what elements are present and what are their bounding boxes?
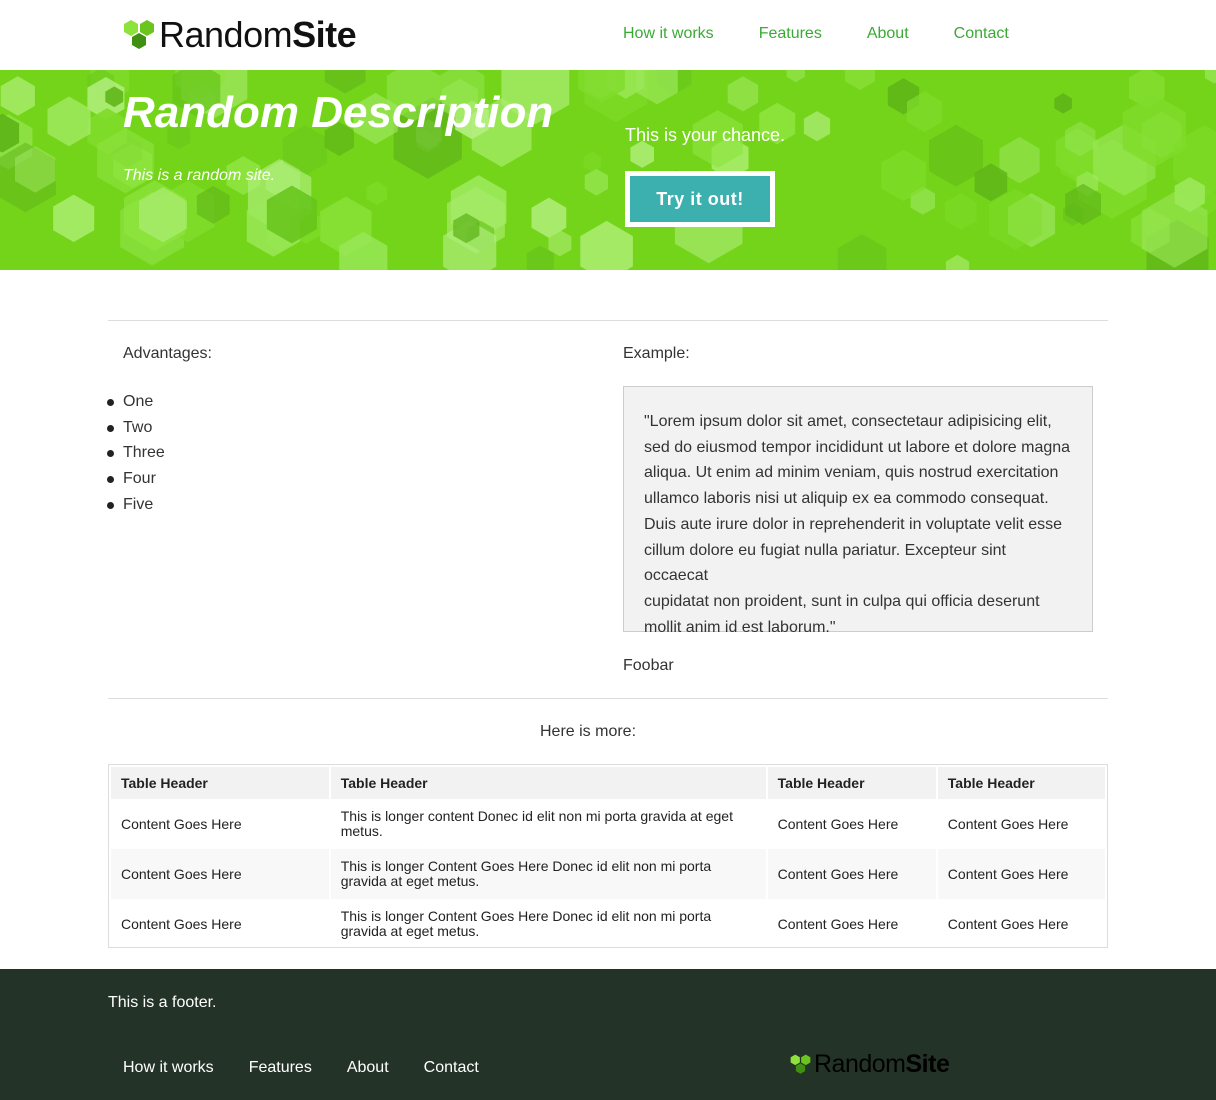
hexagon-decoration <box>1205 70 1216 84</box>
logo-hexagons-icon <box>124 20 154 49</box>
table-header-cell: Table Header <box>330 767 766 799</box>
logo-hexagons-icon <box>790 1054 811 1074</box>
table-cell: This is longer Content Goes Here Donec i… <box>340 908 712 939</box>
table-row: Content Goes Here This is longer Content… <box>111 849 1105 899</box>
quote-line: "Lorem ipsum dolor sit amet, consectetau… <box>644 413 1052 430</box>
hexagon-decoration <box>0 76 35 116</box>
hexagon-decoration <box>803 111 831 142</box>
quote-line: cillum dolore eu fugiat nulla pariatur. … <box>644 541 1006 585</box>
advantages-list: One Two Three Four Five <box>107 389 165 518</box>
quote-line: Duis aute irure dolor in reprehenderit i… <box>644 515 1063 533</box>
table-header-cell: Table Header <box>767 767 936 799</box>
example-heading: Example: <box>623 345 690 362</box>
hexagon-decoration <box>727 76 759 112</box>
example-footnote: Foobar <box>623 657 674 674</box>
list-item: Five <box>107 492 165 518</box>
site-footer: This is a footer. How it works Features … <box>0 969 1216 1100</box>
hexagon-decoration <box>844 70 875 90</box>
quote-line: ullamco laboris nisi ut aliquip ex ea co… <box>644 490 1049 508</box>
table-header-cell: Table Header <box>937 767 1105 799</box>
table-cell: Content Goes Here <box>947 815 1069 832</box>
table-cell: Content Goes Here <box>111 849 329 899</box>
content-table: Table Header Table Header Table Header T… <box>108 764 1108 948</box>
list-item: Three <box>107 440 165 466</box>
table-cell: This is longer content Donec id elit non… <box>340 808 733 839</box>
table-header-cell: Table Header <box>111 767 329 799</box>
footer-logo[interactable]: RandomSite <box>790 1050 950 1078</box>
more-heading: Here is more: <box>540 723 637 740</box>
hero-title: Random Description <box>123 88 554 137</box>
table-cell: Content Goes Here <box>947 915 1069 932</box>
quote-line: aliqua. Ut enim ad minim veniam, quis no… <box>644 464 1059 482</box>
footer-text: This is a footer. <box>108 994 217 1011</box>
hexagon-decoration <box>945 254 970 270</box>
nav-about[interactable]: About <box>867 24 909 44</box>
divider-top <box>108 320 1108 321</box>
hexagon-decoration <box>945 193 977 230</box>
logo-wordmark: RandomSite <box>159 14 357 55</box>
hexagon-decoration <box>1054 93 1072 114</box>
try-it-out-button[interactable]: Try it out! <box>625 171 775 227</box>
hero-banner: Random Description This is a random site… <box>0 70 1216 270</box>
quote-line: sed do eiusmod tempor incididunt ut labo… <box>644 438 1071 456</box>
hexagon-decoration <box>786 70 805 83</box>
hexagon-decoration <box>584 168 608 196</box>
table-cell: Content Goes Here <box>777 815 899 832</box>
hero-subtitle: This is a random site. <box>123 167 276 184</box>
logo-wordmark: RandomSite <box>814 1050 950 1078</box>
table-cell: Content Goes Here <box>121 915 242 932</box>
hexagon-decoration <box>837 234 887 270</box>
hexagon-decoration <box>366 181 387 205</box>
quote-line: mollit anim id est laborum." <box>644 618 836 636</box>
table-row: Content Goes Here This is longer Content… <box>111 899 1105 949</box>
site-logo[interactable]: RandomSite <box>123 14 357 55</box>
hexagon-decoration <box>47 96 91 147</box>
footer-nav-about[interactable]: About <box>347 1059 389 1077</box>
list-item: Four <box>107 466 165 492</box>
list-item: Two <box>107 415 165 441</box>
nav-contact[interactable]: Contact <box>954 24 1009 44</box>
quote-line: cupidatat non proident, sunt in culpa qu… <box>644 592 1040 610</box>
nav-features[interactable]: Features <box>759 24 822 44</box>
hexagon-decoration <box>53 194 95 242</box>
example-quote: "Lorem ipsum dolor sit amet, consectetau… <box>623 386 1093 636</box>
hexagon-decoration <box>580 220 633 270</box>
table-cell: This is longer Content Goes Here Donec i… <box>330 849 766 899</box>
table-row: Content Goes Here This is longer content… <box>111 799 1105 849</box>
footer-nav-contact[interactable]: Contact <box>424 1059 479 1077</box>
hexagon-decoration <box>583 151 602 172</box>
advantages-heading: Advantages: <box>123 345 212 362</box>
nav-how-it-works[interactable]: How it works <box>623 24 714 44</box>
table-cell: Content Goes Here <box>767 849 936 899</box>
table-header-row: Table Header Table Header Table Header T… <box>111 767 1105 799</box>
divider-middle <box>108 698 1108 699</box>
table-cell: Content Goes Here <box>937 849 1105 899</box>
table-cell: Content Goes Here <box>121 815 242 832</box>
list-item: One <box>107 389 165 415</box>
hero-chance-text: This is your chance. <box>625 125 786 145</box>
footer-nav-how-it-works[interactable]: How it works <box>123 1059 214 1077</box>
table-cell: Content Goes Here <box>777 915 899 932</box>
site-header: RandomSite How it works Features About C… <box>0 0 1216 70</box>
footer-nav: How it works Features About Contact <box>123 1059 514 1077</box>
footer-nav-features[interactable]: Features <box>249 1059 312 1077</box>
main-nav: How it works Features About Contact <box>623 24 1054 44</box>
